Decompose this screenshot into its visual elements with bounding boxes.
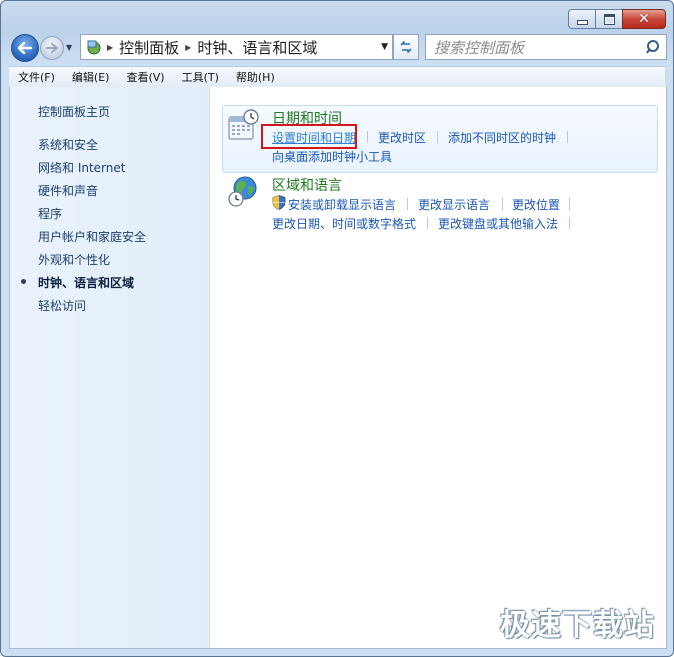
- task-change-display-language[interactable]: 更改显示语言: [418, 196, 490, 213]
- arrow-right-icon: [46, 43, 58, 53]
- divider: [567, 131, 568, 143]
- highlight-annotation: [261, 124, 357, 149]
- divider: [502, 198, 503, 210]
- sidebar-item-user-accounts[interactable]: 用户帐户和家庭安全: [38, 228, 146, 245]
- category-title-region-language[interactable]: 区域和语言: [272, 175, 342, 195]
- menu-file[interactable]: 文件(F): [9, 69, 63, 85]
- task-add-clock-gadget[interactable]: 向桌面添加时钟小工具: [272, 148, 392, 165]
- arrow-left-icon: [18, 42, 32, 54]
- refresh-button[interactable]: [393, 34, 419, 60]
- menu-help[interactable]: 帮助(H): [227, 69, 283, 85]
- divider: [427, 217, 428, 229]
- active-bullet-icon: [21, 279, 26, 284]
- menu-view[interactable]: 查看(V): [117, 69, 172, 85]
- back-button[interactable]: [11, 34, 39, 62]
- close-button[interactable]: ✕: [622, 9, 666, 29]
- sidebar-item-programs[interactable]: 程序: [38, 205, 62, 222]
- minimize-icon: [576, 19, 588, 25]
- menu-bar: 文件(F) 编辑(E) 查看(V) 工具(T) 帮助(H): [9, 66, 665, 88]
- minimize-button[interactable]: [568, 9, 595, 29]
- breadcrumb-separator-icon[interactable]: ▶: [185, 43, 191, 52]
- forward-button[interactable]: [40, 36, 64, 60]
- sidebar-item-ease-of-access[interactable]: 轻松访问: [38, 297, 86, 314]
- breadcrumb-separator-icon[interactable]: ▶: [107, 43, 113, 52]
- address-bar[interactable]: ▶ 控制面板 ▶ 时钟、语言和区域 ▼: [80, 34, 393, 60]
- refresh-icon: [400, 41, 412, 53]
- globe-clock-icon: [228, 176, 257, 207]
- watermark: 极速下载站: [500, 608, 655, 643]
- search-icon[interactable]: [645, 40, 659, 54]
- recent-pages-dropdown[interactable]: ▼: [66, 43, 72, 52]
- search-input[interactable]: 搜索控制面板: [434, 37, 524, 58]
- divider: [367, 131, 368, 143]
- uac-shield-icon: [272, 195, 286, 210]
- maximize-icon: [603, 13, 615, 25]
- control-panel-icon: [87, 40, 101, 55]
- search-box[interactable]: 搜索控制面板: [425, 34, 667, 60]
- task-change-keyboard-input[interactable]: 更改键盘或其他输入法: [438, 215, 558, 232]
- sidebar: 控制面板主页 系统和安全 网络和 Internet 硬件和声音 程序 用户帐户和…: [10, 87, 210, 648]
- calendar-clock-icon: [228, 109, 259, 140]
- breadcrumb-clock-language-region[interactable]: 时钟、语言和区域: [197, 37, 317, 58]
- close-icon: ✕: [638, 11, 650, 27]
- divider: [407, 198, 408, 210]
- sidebar-item-appearance[interactable]: 外观和个性化: [38, 251, 110, 268]
- caption-buttons: ✕: [568, 9, 666, 29]
- menu-tools[interactable]: 工具(T): [173, 69, 227, 85]
- breadcrumb-control-panel[interactable]: 控制面板: [119, 37, 179, 58]
- task-change-date-time-number-format[interactable]: 更改日期、时间或数字格式: [272, 215, 416, 232]
- task-change-location[interactable]: 更改位置: [512, 196, 560, 213]
- maximize-button[interactable]: [595, 9, 622, 29]
- main-panel: 日期和时间 设置时间和日期 更改时区 添加不同时区的时钟 向桌面添加时钟小工具 …: [210, 87, 666, 648]
- control-panel-window: ✕ ▼ ▶ 控制面板 ▶ 时钟、语言和区域 ▼ 搜索控制面板 文件(F) 编辑(…: [0, 0, 674, 657]
- divider: [437, 131, 438, 143]
- content-area: 控制面板主页 系统和安全 网络和 Internet 硬件和声音 程序 用户帐户和…: [9, 87, 667, 649]
- sidebar-item-home[interactable]: 控制面板主页: [38, 103, 110, 120]
- divider: [569, 217, 570, 229]
- sidebar-item-hardware-sound[interactable]: 硬件和声音: [38, 182, 98, 199]
- menu-edit[interactable]: 编辑(E): [63, 69, 118, 85]
- task-add-clocks[interactable]: 添加不同时区的时钟: [448, 129, 556, 146]
- divider: [569, 198, 570, 210]
- task-install-display-language[interactable]: 安装或卸载显示语言: [288, 196, 396, 213]
- sidebar-item-system-security[interactable]: 系统和安全: [38, 136, 98, 153]
- task-change-time-zone[interactable]: 更改时区: [378, 129, 426, 146]
- sidebar-item-clock-language-region[interactable]: 时钟、语言和区域: [38, 274, 134, 291]
- sidebar-item-network-internet[interactable]: 网络和 Internet: [38, 159, 125, 176]
- address-dropdown-icon[interactable]: ▼: [381, 42, 388, 52]
